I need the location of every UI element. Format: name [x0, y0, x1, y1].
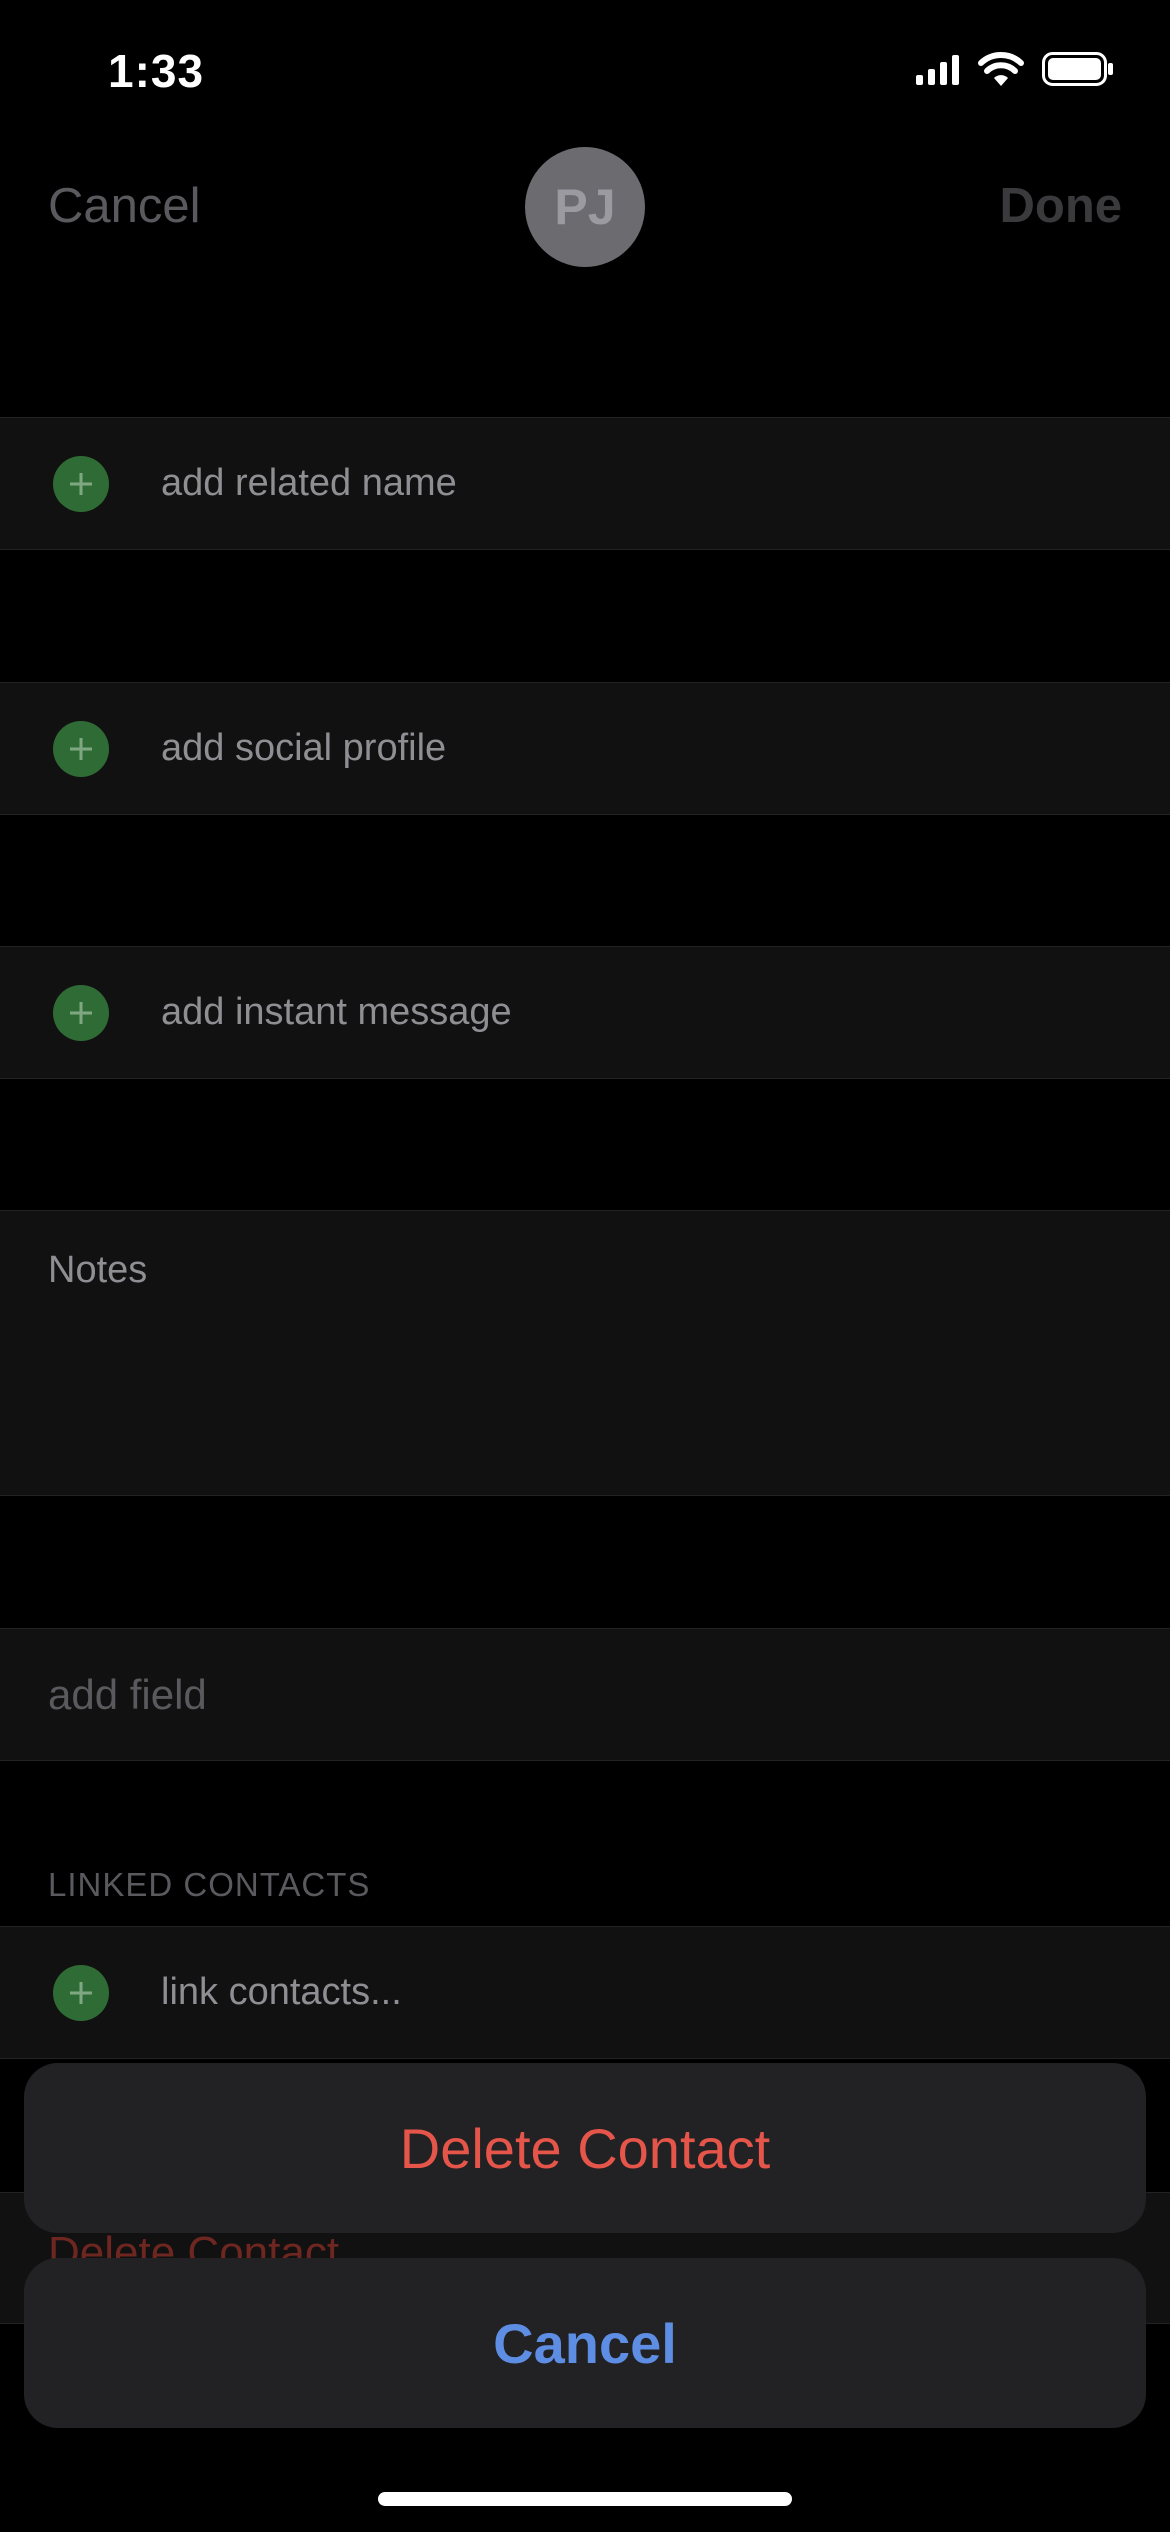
add-icon — [53, 1964, 109, 2021]
battery-icon — [1042, 52, 1113, 86]
add-icon — [53, 720, 109, 777]
done-button[interactable]: Done — [1000, 178, 1123, 234]
avatar[interactable]: PJ — [525, 147, 645, 267]
cancel-button[interactable]: Cancel — [48, 178, 201, 234]
notes-label: Notes — [48, 1249, 148, 1291]
wifi-icon — [978, 52, 1024, 86]
add-icon — [53, 984, 109, 1041]
home-indicator[interactable] — [378, 2492, 792, 2506]
add-instant-message-row[interactable]: add instant message — [0, 946, 1170, 1079]
row-label: add related name — [161, 462, 457, 504]
linked-contacts-header: LINKED CONTACTS — [48, 1866, 371, 1903]
add-related-name-row[interactable]: add related name — [0, 417, 1170, 550]
avatar-initials: PJ — [554, 179, 616, 235]
sheet-cancel-button[interactable]: Cancel — [24, 2258, 1146, 2428]
row-label: link contacts... — [161, 1971, 402, 2013]
row-label: add instant message — [161, 991, 512, 1033]
add-social-profile-row[interactable]: add social profile — [0, 682, 1170, 815]
cellular-signal-icon — [916, 55, 959, 85]
status-icons — [916, 52, 1114, 86]
add-field-label: add field — [48, 1670, 207, 1718]
notes-field[interactable]: Notes — [0, 1210, 1170, 1496]
status-time: 1:33 — [108, 45, 205, 97]
add-icon — [53, 455, 109, 512]
delete-contact-button[interactable]: Delete Contact — [24, 2063, 1146, 2233]
link-contacts-row[interactable]: link contacts... — [0, 1926, 1170, 2059]
add-field-row[interactable]: add field — [0, 1628, 1170, 1761]
row-label: add social profile — [161, 727, 447, 769]
